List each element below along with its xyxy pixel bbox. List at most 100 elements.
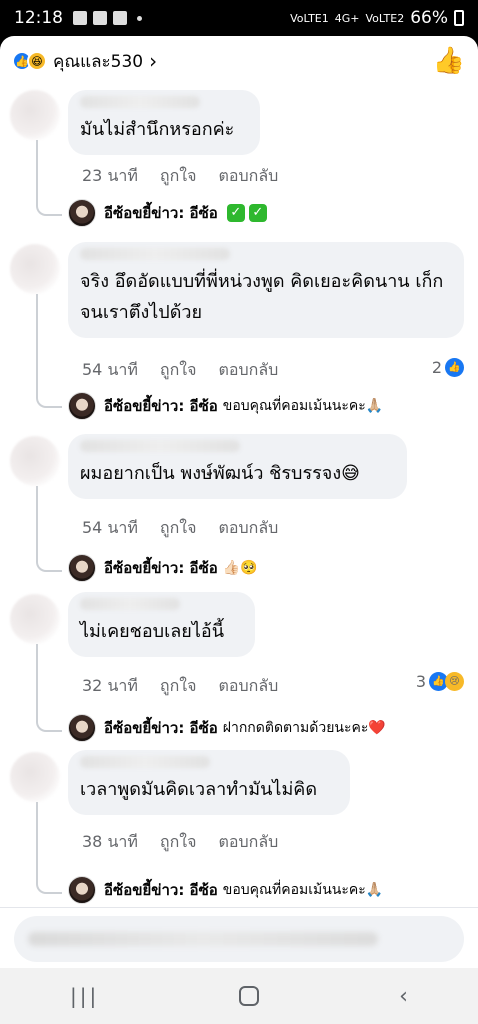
reply-text: ขอบคุณที่คอมเม้นนะคะ🙏🏼 [222,398,384,414]
back-icon[interactable]: ‹ [399,984,408,1009]
battery-label: 66% [410,8,448,28]
comment-bubble[interactable]: ไม่เคยชอบเลยไอ้นี้ [68,592,255,657]
recent-apps-icon[interactable]: ||| [70,984,99,1008]
comment-input[interactable] [14,916,464,962]
reply-link[interactable]: ตอบกลับ [218,516,278,541]
author-reply[interactable]: อีซ้อขยี้ข่าว: อีซ้อ ขอบคุณที่คอมเม้นนะค… [68,392,383,420]
reply-text: ฝากกดติดตามด้วยนะคะ❤️ [222,720,386,736]
thumbs-up-icon: 👍 [445,358,464,377]
page-avatar[interactable] [68,554,96,582]
reply-link[interactable]: ตอบกลับ [218,674,278,699]
comment-bubble[interactable]: จริง อึดอัดแบบที่พี่หน่วงพูด คิดเยอะคิดน… [68,242,464,338]
author-reply[interactable]: อีซ้อขยี้ข่าว: อีซ้อ 👍🏻🥺 [68,554,258,582]
status-bar: 12:18 VoLTE1 4G+ VoLTE2 66% [0,0,478,36]
commenter-name-redacted[interactable] [80,440,240,452]
reaction-count-number: 2 [431,358,442,377]
comment-bubble[interactable]: มันไม่สำนึกหรอกค่ะ [68,90,260,155]
comment-thread: จริง อึดอัดแบบที่พี่หน่วงพูด คิดเยอะคิดน… [0,242,478,426]
like-link[interactable]: ถูกใจ [160,516,197,541]
check-mark-icon: ✓ [248,204,267,222]
comment-time: 54 นาที [82,518,138,537]
like-link[interactable]: ถูกใจ [160,830,197,855]
like-button[interactable]: 👍 [432,44,466,78]
system-nav-bar: ||| ‹ [0,968,478,1024]
reactions-summary[interactable]: คุณและ530 [53,48,143,75]
page-avatar[interactable] [68,392,96,420]
reply-author-name[interactable]: อีซ้อขยี้ข่าว: อีซ้อ [104,878,218,902]
comment-meta: 23 นาที ถูกใจ ตอบกลับ [82,164,278,189]
comment-thread: ผมอยากเป็น พงษ์พัฒน์ว ชิรบรรจง😅 54 นาที … [0,434,478,584]
comment-time: 23 นาที [82,166,138,185]
thread-hook [36,870,62,894]
author-reply[interactable]: อีซ้อขยี้ข่าว: อีซ้อ ฝากกดติดตามด้วยนะคะ… [68,714,386,742]
comment-time: 54 นาที [82,360,138,379]
comment-composer [0,907,478,968]
comment-text: ไม่เคยชอบเลยไอ้นี้ [80,621,225,642]
home-icon[interactable] [239,986,260,1006]
comment-thread: ไม่เคยชอบเลยไอ้นี้ 32 นาที ถูกใจ ตอบกลับ… [0,592,478,742]
thread-line [36,644,38,708]
network-type-label: 4G+ [334,11,360,25]
thread-line [36,294,38,384]
like-link[interactable]: ถูกใจ [160,164,197,189]
page-avatar[interactable] [68,714,96,742]
reply-link[interactable]: ตอบกลับ [218,830,278,855]
commenter-name-redacted[interactable] [80,598,180,610]
comment-thread: มันไม่สำนึกหรอกค่ะ 23 นาที ถูกใจ ตอบกลับ… [0,88,478,228]
like-link[interactable]: ถูกใจ [160,674,197,699]
sad-emoji-icon: 😢 [445,672,464,691]
page-avatar[interactable] [68,876,96,904]
battery-icon [454,10,464,26]
reply-author-name[interactable]: อีซ้อขยี้ข่าว: อีซ้อ [104,556,218,580]
comment-meta: 54 นาที ถูกใจ ตอบกลับ [82,358,278,383]
thread-line [36,486,38,548]
commenter-name-redacted[interactable] [80,96,200,108]
thread-hook [36,708,62,732]
comment-text: เวลาพูดมันคิดเวลาทำมันไม่คิด [80,779,318,800]
status-time: 12:18 [14,8,63,28]
comment-bubble[interactable]: เวลาพูดมันคิดเวลาทำมันไม่คิด [68,750,350,815]
input-placeholder-redacted [28,932,378,946]
comment-text: จริง อึดอัดแบบที่พี่หน่วงพูด คิดเยอะคิดน… [80,271,444,323]
reactions-header[interactable]: 👍 😆 คุณและ530 › 👍 [0,36,478,86]
author-reply[interactable]: อีซ้อขยี้ข่าว: อีซ้อ ขอบคุณที่คอมเม้นนะค… [68,876,383,904]
comment-list: มันไม่สำนึกหรอกค่ะ 23 นาที ถูกใจ ตอบกลับ… [0,88,478,908]
reaction-count[interactable]: 3 👍 😢 [416,672,464,691]
avatar[interactable] [10,752,60,802]
comment-bubble[interactable]: ผมอยากเป็น พงษ์พัฒน์ว ชิรบรรจง😅 [68,434,407,499]
reaction-count-number: 3 [415,672,426,691]
network1-label: VoLTE1 [290,11,329,25]
thread-hook [36,384,62,408]
comment-meta: 32 นาที ถูกใจ ตอบกลับ [82,674,278,699]
avatar[interactable] [10,244,60,294]
notification-dot-icon [137,15,142,21]
reply-link[interactable]: ตอบกลับ [218,358,278,383]
reply-text: ขอบคุณที่คอมเม้นนะคะ🙏🏼 [222,882,384,898]
reaction-count[interactable]: 2 👍 [432,358,464,377]
thread-line [36,802,38,870]
comment-meta: 54 นาที ถูกใจ ตอบกลับ [82,516,278,541]
reply-author-name[interactable]: อีซ้อขยี้ข่าว: อีซ้อ [104,201,218,225]
chevron-right-icon[interactable]: › [149,49,157,73]
avatar[interactable] [10,436,60,486]
comment-thread: เวลาพูดมันคิดเวลาทำมันไม่คิด 38 นาที ถูก… [0,750,478,904]
comment-time: 32 นาที [82,676,138,695]
commenter-name-redacted[interactable] [80,756,210,768]
check-mark-icon: ✓ [226,204,245,222]
reply-text: 👍🏻🥺 [222,560,258,576]
avatar[interactable] [10,90,60,140]
status-right: VoLTE1 4G+ VoLTE2 66% [290,8,464,28]
network2-label: VoLTE2 [365,11,405,25]
reply-link[interactable]: ตอบกลับ [218,164,278,189]
reply-author-name[interactable]: อีซ้อขยี้ข่าว: อีซ้อ [104,394,218,418]
avatar[interactable] [10,594,60,644]
reply-author-name[interactable]: อีซ้อขยี้ข่าว: อีซ้อ [104,716,218,740]
comment-meta: 38 นาที ถูกใจ ตอบกลับ [82,830,278,855]
haha-emoji-icon: 😆 [27,51,47,71]
page-avatar[interactable] [68,199,96,227]
commenter-name-redacted[interactable] [80,248,230,260]
shopping-icon [113,11,127,25]
like-link[interactable]: ถูกใจ [160,358,197,383]
comments-sheet: 👍 😆 คุณและ530 › 👍 มันไม่สำนึกหรอกค่ะ 23 … [0,36,478,968]
author-reply[interactable]: อีซ้อขยี้ข่าว: อีซ้อ ✓ ✓ [68,199,267,227]
